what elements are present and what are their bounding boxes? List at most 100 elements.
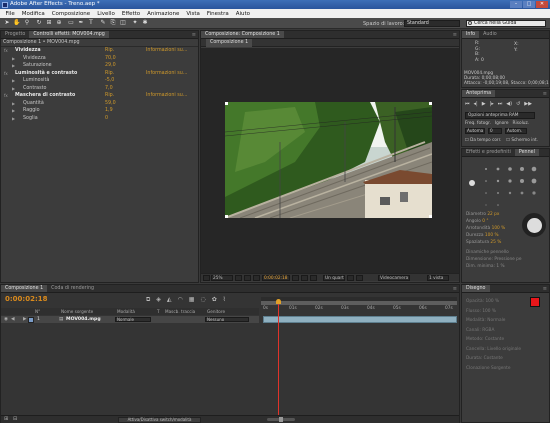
min-size-value[interactable]: 1 % — [496, 264, 504, 269]
brush-tool-icon[interactable]: ✎ — [99, 19, 107, 27]
menu-finestra[interactable]: Finestra — [203, 11, 232, 17]
skip-input[interactable]: 0 — [488, 128, 502, 134]
eraser-tool-icon[interactable]: ◫ — [119, 19, 127, 27]
text-tool-icon[interactable]: T — [87, 19, 95, 27]
menu-livello[interactable]: Livello — [94, 11, 119, 17]
menu-aiuto[interactable]: Aiuto — [232, 11, 253, 17]
toggle-switches-button[interactable]: Attiva/Disattiva switch/modalità — [118, 417, 201, 423]
timeline-timecode[interactable]: 0:00:02:18 — [5, 295, 48, 303]
playhead-line[interactable] — [278, 301, 279, 419]
region-of-interest-icon[interactable] — [347, 275, 354, 281]
video-frame[interactable] — [225, 102, 432, 218]
eye-icon[interactable]: ◉ — [4, 316, 8, 323]
menu-vista[interactable]: Vista — [183, 11, 204, 17]
prev-frame-icon[interactable]: ◂| — [474, 101, 478, 107]
transparency-grid-icon[interactable] — [356, 275, 363, 281]
layer-label-color[interactable] — [28, 316, 34, 323]
tab-preview[interactable]: Anteprima — [462, 90, 496, 97]
toggle-pane-icon[interactable]: ⊟ — [13, 416, 17, 422]
menu-modifica[interactable]: Modifica — [18, 11, 48, 17]
preview-options-select[interactable]: Opzioni anteprima RAM — [465, 112, 535, 119]
camera-select[interactable]: Videocamera — [378, 275, 410, 281]
loop-icon[interactable]: ↺ — [516, 101, 520, 107]
help-search-input[interactable]: Cerca nella Guida — [466, 20, 546, 27]
hardness-value[interactable]: 100 % — [485, 233, 499, 238]
spacing-value[interactable]: 25 % — [490, 240, 501, 245]
effect-row[interactable]: fx Maschera di contrasto Rip. Informazioni… — [1, 92, 198, 100]
param-row[interactable]: ▶ Saturazione 29,0 — [1, 62, 198, 70]
diameter-value[interactable]: 22 px — [487, 212, 499, 217]
tab-audio[interactable]: Audio — [479, 31, 501, 38]
brainstorm-icon[interactable]: ✿ — [212, 296, 217, 304]
play-icon[interactable]: ▶ — [482, 101, 486, 107]
draft-3d-icon[interactable]: ◭ — [167, 296, 172, 304]
fps-select[interactable]: Automa — [465, 128, 485, 134]
tab-composition[interactable]: Composizione: Composizione 1 — [201, 31, 284, 38]
foreground-color-swatch[interactable] — [530, 297, 540, 307]
tab-render-queue[interactable]: Coda di rendering — [47, 285, 98, 292]
first-frame-icon[interactable]: ⏮ — [465, 101, 470, 107]
zoom-tool-icon[interactable]: ⚲ — [23, 19, 31, 27]
effect-row[interactable]: fx Luminosità e contrasto Rip. Informazion… — [1, 70, 198, 78]
expand-layer-icon[interactable]: ▶ — [23, 316, 27, 323]
maximize-button[interactable]: □ — [523, 1, 535, 8]
pen-tool-icon[interactable]: ✒ — [77, 19, 85, 27]
tab-brushes[interactable]: Pennel — [514, 149, 539, 156]
brush-tips-grid[interactable] — [466, 163, 546, 209]
audio-icon[interactable]: ◀) — [506, 101, 512, 107]
selection-tool-icon[interactable]: ➤ — [3, 19, 11, 27]
erase-select[interactable]: Livello originale — [487, 347, 521, 352]
ram-preview-icon[interactable]: ▶▶ — [524, 101, 532, 107]
time-ruler[interactable]: 0s 01s 02s 03s 04s 05s 06s 07s — [261, 305, 457, 315]
parent-select[interactable]: Nessuno — [205, 317, 249, 322]
handle-bl[interactable] — [225, 215, 228, 218]
handle-tr[interactable] — [429, 102, 432, 105]
close-button[interactable]: ✕ — [536, 1, 548, 8]
puppet-tool-icon[interactable]: ✱ — [141, 19, 149, 27]
panel-menu-icon[interactable]: ≡ — [453, 32, 457, 38]
layer-name[interactable]: MOV004.mpg — [66, 316, 101, 323]
resolution-select[interactable]: Autom. — [505, 128, 527, 134]
param-row[interactable]: ▶ Quantità 59,0 — [1, 100, 198, 108]
hand-tool-icon[interactable]: ✋ — [13, 19, 21, 27]
param-row[interactable]: ▶ Contrasto 7,0 — [1, 85, 198, 93]
expand-panes-icon[interactable]: ⊞ — [4, 416, 8, 422]
menu-effetto[interactable]: Effetto — [118, 11, 143, 17]
rectangle-tool-icon[interactable]: ▭ — [67, 19, 75, 27]
panel-menu-icon[interactable]: ≡ — [543, 91, 547, 97]
effect-row[interactable]: fx Vividezza Rip. Informazioni su... — [1, 47, 198, 55]
zoom-slider-handle[interactable] — [279, 417, 283, 422]
color-channel-icon[interactable] — [310, 275, 317, 281]
handle-tl[interactable] — [225, 102, 228, 105]
menu-file[interactable]: File — [2, 11, 18, 17]
param-row[interactable]: ▶ Vividezza 70,0 — [1, 55, 198, 63]
current-time-display[interactable]: 0:00:02:18 — [262, 275, 290, 281]
minimize-button[interactable]: – — [510, 1, 522, 8]
comp-flowchart-icon[interactable]: ⧉ — [146, 296, 150, 304]
always-preview-icon[interactable] — [203, 275, 210, 281]
angle-value[interactable]: 0 ° — [482, 219, 488, 224]
mode-select[interactable]: Normale — [487, 318, 505, 323]
menu-composizione[interactable]: Composizione — [48, 11, 93, 17]
pan-behind-tool-icon[interactable]: ⊕ — [55, 19, 63, 27]
graph-editor-icon[interactable]: ⌇ — [223, 296, 226, 304]
tab-progetto[interactable]: Progetto — [1, 31, 29, 38]
handle-br[interactable] — [429, 215, 432, 218]
subtab-composizione-1[interactable]: Composizione 1 — [206, 39, 253, 47]
panel-menu-icon[interactable]: ≡ — [543, 286, 547, 292]
tab-effect-controls[interactable]: Controlli effetti: MOV004.mpg — [29, 31, 109, 38]
duration-select[interactable]: Costante — [484, 356, 503, 361]
param-row[interactable]: ▶ Luminosità -5,0 — [1, 77, 198, 85]
panel-menu-icon[interactable]: ≡ — [453, 286, 457, 292]
panel-menu-icon[interactable]: ≡ — [192, 32, 196, 38]
size-select[interactable]: Pressione pe — [494, 257, 521, 262]
resolution-select[interactable]: Un quart — [323, 275, 345, 281]
param-row[interactable]: ▶ Raggio 1,9 — [1, 107, 198, 115]
camera-tool-icon[interactable]: ⊞ — [45, 19, 53, 27]
hide-shy-icon[interactable]: ◠ — [178, 296, 183, 304]
playhead-handle[interactable] — [276, 299, 281, 304]
channels-select[interactable]: RGBA — [482, 328, 494, 333]
audio-toggle-icon[interactable]: ◀ — [11, 316, 15, 323]
motion-blur-icon[interactable]: ◌ — [200, 296, 205, 304]
live-update-icon[interactable]: ◈ — [156, 296, 161, 304]
